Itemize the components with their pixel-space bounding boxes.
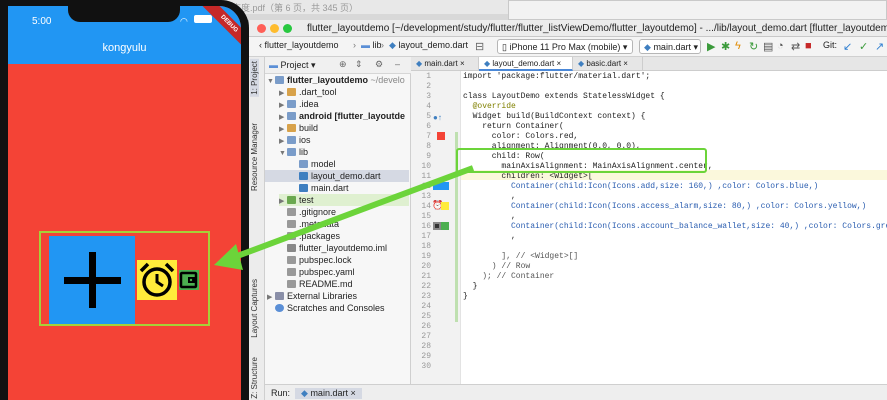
annotation-arrow xyxy=(214,165,475,270)
